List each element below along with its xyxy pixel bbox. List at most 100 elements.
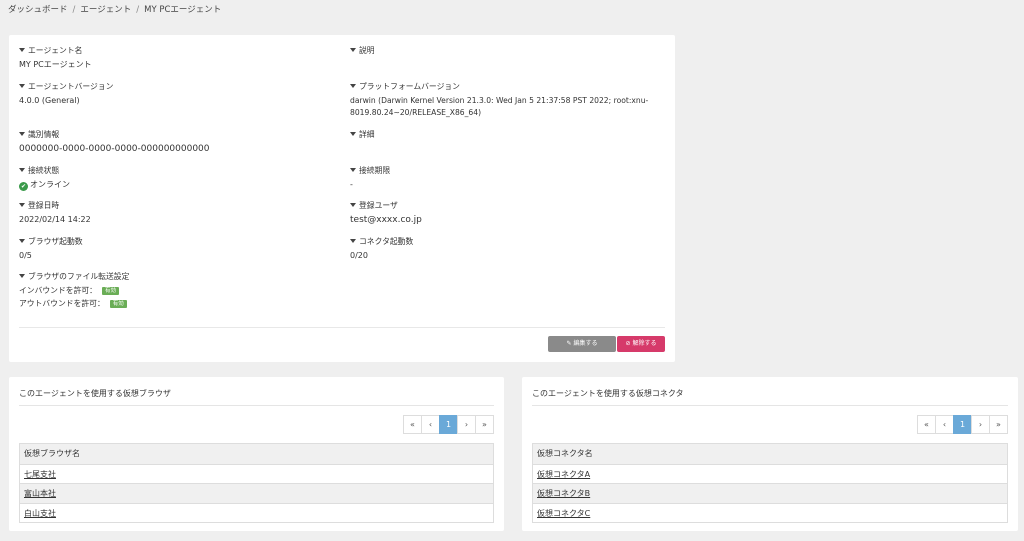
caret-down-icon [350,239,356,243]
agent-name-value: MY PCエージェント [19,60,92,69]
browser-panel-title: このエージェントを使用する仮想ブラウザ [19,389,171,398]
field-connection-expiry: 接続期限 - [350,166,670,191]
table-row: 仮想コネクタC [533,502,1007,523]
agent-version-label: エージェントバージョン [28,82,114,91]
field-platform-version: プラットフォームバージョン darwin (Darwin Kernel Vers… [350,82,670,119]
page-prev-button[interactable]: ‹ [421,415,440,434]
breadcrumb-dashboard[interactable]: ダッシュボード [8,5,68,15]
connector-panel-title: このエージェントを使用する仮想コネクタ [532,389,684,398]
connector-count-label: コネクタ起動数 [359,237,414,246]
connector-link[interactable]: 仮想コネクタA [537,470,590,479]
platform-version-line2: 8019.80.24~20/RELEASE_X86_64) [350,108,482,117]
table-row: 富山本社 [20,483,493,503]
card-divider [19,327,665,328]
page-first-button[interactable]: « [917,415,936,434]
agent-info-card: エージェント名 MY PCエージェント 説明 エージェントバージョン 4.0.0… [9,35,675,362]
connector-link[interactable]: 仮想コネクタB [537,489,590,498]
edit-icon: ✎ [566,340,572,347]
browser-link[interactable]: 富山本社 [24,489,56,498]
registered-at-label: 登録日時 [28,201,60,210]
edit-button[interactable]: ✎ 編集する [548,336,616,352]
field-registered-at: 登録日時 2022/02/14 14:22 [19,201,339,226]
registered-user-label: 登録ユーザ [359,201,398,210]
registered-at-value: 2022/02/14 14:22 [19,215,91,224]
outbound-status-badge: 有効 [109,300,127,308]
caret-down-icon [350,168,356,172]
page-next-button[interactable]: › [971,415,990,434]
caret-down-icon [19,203,25,207]
field-connector-count: コネクタ起動数 0/20 [350,237,670,262]
page-last-button[interactable]: » [989,415,1008,434]
connector-count-value: 0/20 [350,251,368,260]
field-agent-name: エージェント名 MY PCエージェント [19,46,339,71]
identifier-value: 0000000-0000-0000-0000-000000000000 [19,144,210,154]
outbound-label: アウトバウンドを許可： [19,299,105,308]
caret-down-icon [19,84,25,88]
page-current-button[interactable]: 1 [953,415,972,434]
panel-divider [19,405,494,406]
release-button[interactable]: ⊘ 解除する [617,336,665,352]
caret-down-icon [19,48,25,52]
page-last-button[interactable]: » [475,415,494,434]
connector-link[interactable]: 仮想コネクタC [537,509,590,518]
table-row: 仮想コネクタA [533,463,1007,484]
caret-down-icon [19,274,25,278]
browser-pagination: « ‹ 1 › » [403,415,494,434]
breadcrumb-agents[interactable]: エージェント [80,5,131,15]
browser-panel: このエージェントを使用する仮想ブラウザ « ‹ 1 › » 仮想ブラウザ名 七尾… [9,377,504,531]
field-connection-status: 接続状態 ✔ オンライン [19,166,339,191]
field-identifier: 識別情報 0000000-0000-0000-0000-000000000000 [19,130,339,155]
identifier-label: 識別情報 [28,130,60,139]
field-browser-count: ブラウザ起動数 0/5 [19,237,339,262]
field-agent-version: エージェントバージョン 4.0.0 (General) [19,82,339,107]
caret-down-icon [19,168,25,172]
agent-version-value: 4.0.0 (General) [19,96,80,105]
caret-down-icon [350,132,356,136]
table-row: 七尾支社 [20,463,493,484]
caret-down-icon [19,239,25,243]
page-next-button[interactable]: › [457,415,476,434]
connector-table: 仮想コネクタ名 仮想コネクタA 仮想コネクタB 仮想コネクタC [532,443,1008,523]
breadcrumb: ダッシュボード / エージェント / MY PCエージェント [8,3,221,15]
table-row: 仮想コネクタB [533,483,1007,503]
page-first-button[interactable]: « [403,415,422,434]
inbound-label: インバウンドを許可： [19,286,97,295]
connection-expiry-value: - [350,180,353,189]
check-circle-icon: ✔ [19,182,28,191]
browser-table: 仮想ブラウザ名 七尾支社 富山本社 白山支社 [19,443,494,523]
breadcrumb-separator: / [136,5,140,15]
page-prev-button[interactable]: ‹ [935,415,954,434]
agent-name-label: エージェント名 [28,46,83,55]
browser-link[interactable]: 白山支社 [24,509,56,518]
connection-expiry-label: 接続期限 [359,166,391,175]
breadcrumb-separator: / [72,5,76,15]
connector-pagination: « ‹ 1 › » [917,415,1008,434]
release-button-label: 解除する [632,340,657,347]
inbound-row: インバウンドを許可： 有効 [19,284,339,297]
browser-link[interactable]: 七尾支社 [24,470,56,479]
connection-status-label: 接続状態 [28,166,60,175]
caret-down-icon [350,84,356,88]
caret-down-icon [350,48,356,52]
browser-count-value: 0/5 [19,251,32,260]
table-header: 仮想ブラウザ名 [20,444,493,464]
breadcrumb-current: MY PCエージェント [144,5,222,15]
connector-panel: このエージェントを使用する仮想コネクタ « ‹ 1 › » 仮想コネクタ名 仮想… [522,377,1018,531]
field-description: 説明 [350,46,670,59]
registered-user-value: test@xxxx.co.jp [350,215,422,225]
panel-divider [532,405,1008,406]
outbound-row: アウトバウンドを許可： 有効 [19,297,339,310]
inbound-status-badge: 有効 [101,287,119,295]
table-row: 白山支社 [20,502,493,523]
ban-icon: ⊘ [625,340,631,347]
connection-status-value: オンライン [30,180,70,189]
field-registered-user: 登録ユーザ test@xxxx.co.jp [350,201,670,226]
page-current-button[interactable]: 1 [439,415,458,434]
description-label: 説明 [359,46,375,55]
table-header: 仮想コネクタ名 [533,444,1007,464]
platform-version-label: プラットフォームバージョン [359,82,460,91]
caret-down-icon [350,203,356,207]
detail-label: 詳細 [359,130,375,139]
caret-down-icon [19,132,25,136]
platform-version-line1: darwin (Darwin Kernel Version 21.3.0: We… [350,96,649,105]
